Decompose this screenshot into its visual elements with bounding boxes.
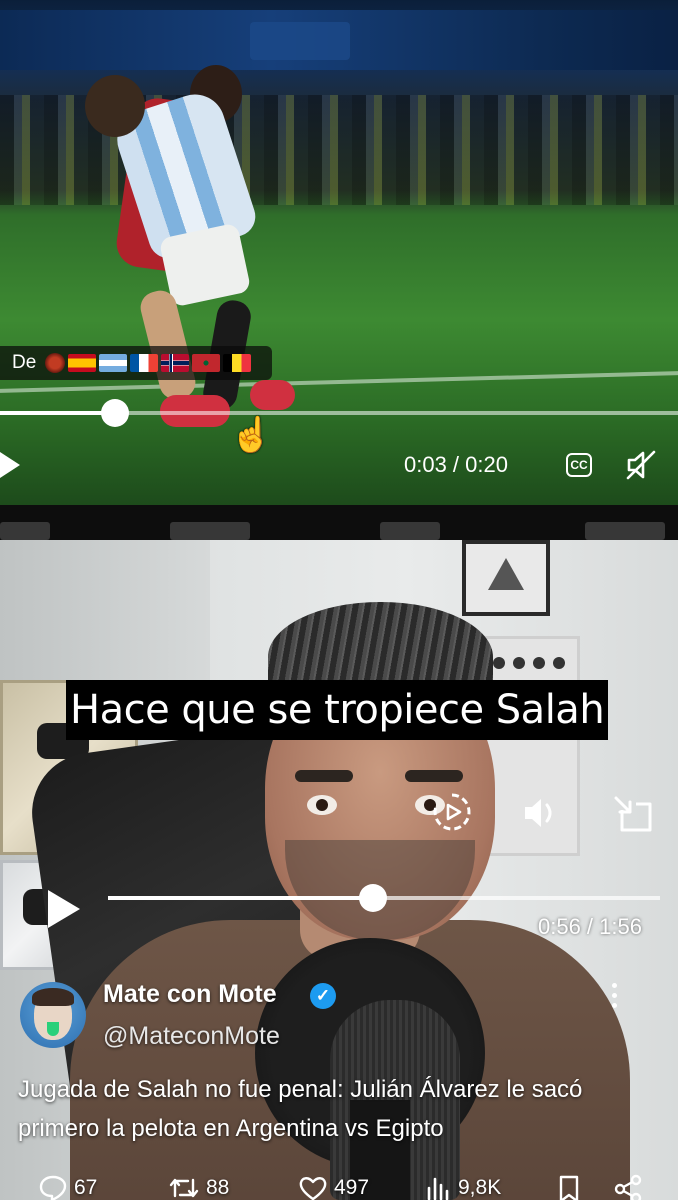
top-progress-fill [0,411,116,415]
like-count: 497 [334,1176,370,1199]
eyebrow [405,770,463,782]
views-chart-icon [427,1177,449,1200]
bottom-video-player[interactable]: Hace que se tropiece Salah 0:56 / 1:56 M… [0,540,678,1200]
eyebrow [295,770,353,782]
belgium-flag-icon[interactable] [223,354,252,372]
avatar-tongue [47,1022,59,1036]
spain-flag-icon[interactable] [68,354,97,372]
tweet-text: Jugada de Salah no fue penal: Julián Álv… [18,1076,583,1142]
reply-icon [39,1175,67,1200]
argentina-flag-icon[interactable] [99,354,128,372]
moon-icon [533,657,545,669]
muted-speaker-icon[interactable] [624,448,658,482]
eye [307,795,337,815]
player-argentina-head [85,75,145,137]
partial-repost-count [170,522,250,540]
engagement-strip-hidden [0,505,678,540]
tweet-action-bar: 67 88 497 9,8K [0,1168,678,1200]
repost-count: 88 [206,1176,230,1199]
share-icon[interactable] [612,1174,644,1200]
emblem-flag-icon[interactable] [45,353,66,373]
view-count: 9,8K [458,1176,502,1199]
play-icon[interactable] [0,452,20,478]
language-selector-bar[interactable]: De [0,346,272,380]
partial-reply-count [0,522,50,540]
player-boot [250,380,295,410]
verified-badge-icon: ✓ [310,983,336,1009]
avatar-hair [32,988,74,1006]
play-icon[interactable] [48,890,80,928]
volume-icon[interactable] [522,794,562,832]
author-display-name[interactable]: Mate con Mote [103,980,277,1009]
reply-button[interactable]: 67 [38,1174,97,1200]
cc-icon[interactable]: CC [566,453,592,477]
bottom-time-display: 0:56 / 1:56 [538,914,642,939]
repost-button[interactable]: 88 [168,1174,229,1200]
top-video-player[interactable]: De ☝ 0:03 / 0:20 CC [0,0,678,505]
avatar[interactable] [20,982,86,1048]
moon-icon [553,657,565,669]
top-progress-thumb[interactable] [101,399,130,427]
heart-icon [299,1177,327,1200]
stadium-logo [250,22,350,60]
like-button[interactable]: 497 [298,1174,369,1200]
player-shorts [158,222,252,308]
repost-icon [169,1178,199,1198]
hand-pointer-icon: ☝ [230,416,273,454]
author-handle[interactable]: @MateconMote [103,1022,280,1051]
poster-triangle [488,558,524,590]
more-options-icon[interactable] [604,980,624,1010]
top-time-display: 0:03 / 0:20 [404,452,508,477]
bookmark-icon[interactable] [556,1174,582,1200]
video-subtitle: Hace que se tropiece Salah [66,680,609,740]
bottom-progress-fill [108,896,373,900]
views-button[interactable]: 9,8K [424,1174,501,1200]
france-flag-icon[interactable] [130,354,159,372]
bottom-progress-thumb[interactable] [358,884,387,912]
partial-view-count [585,522,665,540]
partial-like-count [380,522,440,540]
picture-in-picture-icon[interactable] [612,794,654,834]
language-label: De [12,352,37,373]
reply-count: 67 [74,1176,98,1199]
replay-10-icon[interactable] [430,790,474,834]
morocco-flag-icon[interactable] [192,354,221,372]
moon-icon [493,657,505,669]
moon-icon [513,657,525,669]
norway-flag-icon[interactable] [161,354,190,372]
